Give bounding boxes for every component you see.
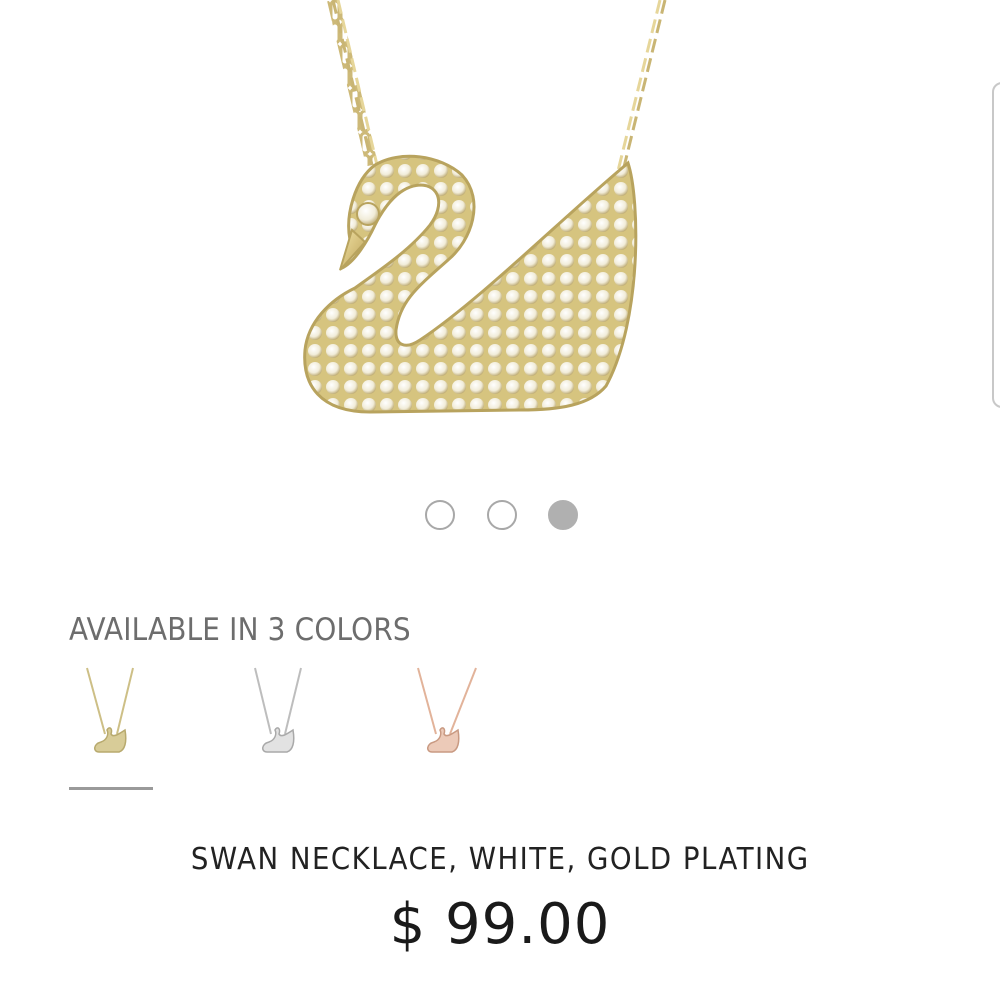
carousel-dot[interactable] [425,500,455,530]
product-image[interactable] [0,0,1000,470]
carousel-dot[interactable] [487,500,517,530]
swan-necklace-image [303,0,667,414]
product-title: SWAN NECKLACE, WHITE, GOLD PLATING [0,842,1000,877]
product-title-text: SWAN NECKLACE, WHITE, GOLD PLATING [190,842,810,877]
colors-heading: AVAILABLE IN 3 COLORS [69,612,411,648]
carousel-dot[interactable] [548,500,578,530]
color-swatch-gold[interactable] [69,664,155,764]
product-price: $ 99.00 [389,892,611,957]
necklace-thumbnail-icon [254,667,302,753]
color-swatch-silver[interactable] [235,664,321,764]
necklace-thumbnail-icon [417,667,477,753]
selected-swatch-indicator [69,787,153,790]
carousel-pagination [0,500,1000,534]
necklace-thumbnail-icon [86,667,134,753]
color-swatch-rose-gold[interactable] [400,664,486,764]
side-panel-handle[interactable] [992,82,1000,408]
